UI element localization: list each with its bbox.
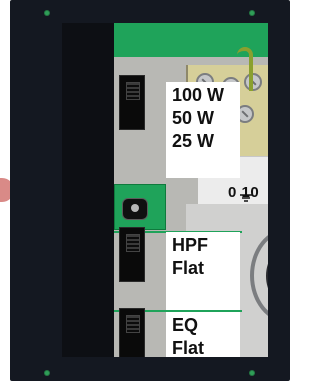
power-switch[interactable] <box>119 75 145 130</box>
terminal-strip-text: 0 10 <box>228 184 260 201</box>
power-label: 100 W 50 W 25 W <box>166 82 240 178</box>
eq-option-eq: EQ <box>172 315 199 335</box>
switch-grip <box>126 82 140 100</box>
bottom-left-screw-icon <box>44 370 50 376</box>
power-option-25w: 25 W <box>172 131 215 151</box>
power-option-100w: 100 W <box>172 85 225 105</box>
switch-grip <box>126 315 140 333</box>
hpf-option-hpf: HPF <box>172 235 208 255</box>
hpf-label: HPF Flat <box>166 232 240 311</box>
eq-label: EQ Flat <box>166 312 240 357</box>
eq-option-flat: Flat <box>172 338 205 357</box>
status-led-icon <box>122 198 148 220</box>
hpf-option-flat: Flat <box>172 258 205 278</box>
status-led-module <box>114 184 166 230</box>
hpf-switch[interactable] <box>119 227 145 282</box>
top-right-screw-icon <box>249 10 255 16</box>
device-panel: 0 10 100 W 50 W 25 W HPF Flat EQ Flat <box>10 0 290 381</box>
interior-view: 0 10 100 W 50 W 25 W HPF Flat EQ Flat <box>62 23 268 357</box>
eq-switch[interactable] <box>119 308 145 357</box>
device-photo: 0 10 100 W 50 W 25 W HPF Flat EQ Flat <box>0 0 302 381</box>
bottom-right-screw-icon <box>249 370 255 376</box>
switch-grip <box>126 234 140 252</box>
power-option-50w: 50 W <box>172 108 215 128</box>
left-channel <box>62 23 114 357</box>
top-left-screw-icon <box>44 10 50 16</box>
